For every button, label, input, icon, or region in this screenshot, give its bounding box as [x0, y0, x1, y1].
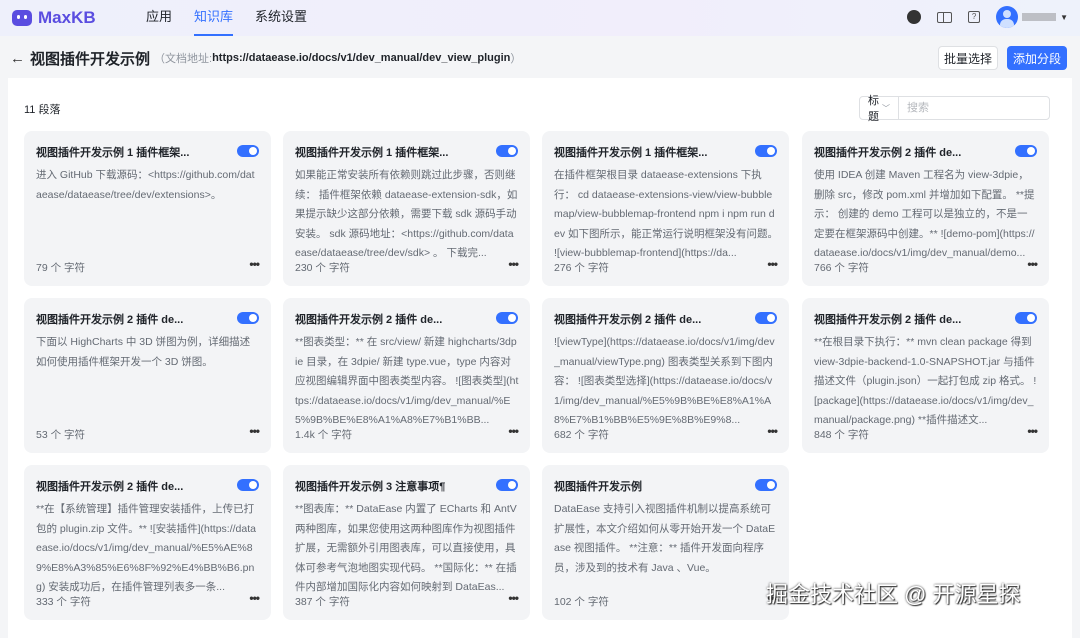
enable-toggle[interactable] [755, 145, 777, 157]
char-count: 682 个 字符 [554, 427, 609, 442]
more-icon[interactable]: ••• [249, 257, 259, 271]
nav-item-settings[interactable]: 系统设置 [255, 0, 307, 36]
card-title: 视图插件开发示例 2 插件 de... [36, 311, 226, 327]
char-count: 53 个 字符 [36, 427, 85, 442]
document-header: ← 视图插件开发示例 （文档地址: https://dataease.io/do… [0, 40, 1080, 76]
paragraph-card[interactable]: 视图插件开发示例 3 注意事项¶ **图表库：** DataEase 内置了 EC… [283, 465, 530, 620]
enable-toggle[interactable] [237, 312, 259, 324]
more-icon[interactable]: ••• [508, 424, 518, 438]
char-count: 848 个 字符 [814, 427, 869, 442]
card-title: 视图插件开发示例 2 插件 de... [814, 144, 1004, 160]
more-icon[interactable]: ••• [249, 591, 259, 605]
paragraph-card[interactable]: 视图插件开发示例 DataEase 支持引入视图插件机制以提高系统可扩展性，本文介… [542, 465, 789, 620]
card-title: 视图插件开发示例 1 插件框架... [36, 144, 226, 160]
card-content: **在根目录下执行：** mvn clean package 得到 view-3… [814, 333, 1038, 431]
more-icon[interactable]: ••• [508, 591, 518, 605]
paragraph-count: 11 段落 [24, 101, 60, 117]
enable-toggle[interactable] [496, 145, 518, 157]
paragraph-card[interactable]: 视图插件开发示例 1 插件框架... 如果能正常安装所有依赖则跳过此步骤，否则继续… [283, 131, 530, 286]
doc-url[interactable]: https://dataease.io/docs/v1/dev_manual/d… [212, 52, 510, 64]
doc-address-label: （文档地址: [154, 50, 212, 66]
paragraph-card[interactable]: 视图插件开发示例 1 插件框架... 进入 GitHub 下载源码：<https:… [24, 131, 271, 286]
nav-item-knowledge[interactable]: 知识库 [194, 0, 233, 36]
logo-icon [12, 10, 32, 26]
enable-toggle[interactable] [755, 312, 777, 324]
enable-toggle[interactable] [496, 479, 518, 491]
paragraph-card[interactable]: 视图插件开发示例 2 插件 de... **在【系统管理】插件管理安装插件，上传已… [24, 465, 271, 620]
more-icon[interactable]: ••• [767, 257, 777, 271]
paragraph-card[interactable]: 视图插件开发示例 2 插件 de... **图表类型：** 在 src/view/… [283, 298, 530, 453]
card-content: **图表库：** DataEase 内置了 ECharts 和 AntV 两种图… [295, 500, 519, 598]
search-input[interactable] [899, 97, 1049, 119]
watermark: 掘金技术社区 @ 开源星探 [766, 577, 1021, 609]
more-icon[interactable]: ••• [1027, 424, 1037, 438]
enable-toggle[interactable] [237, 145, 259, 157]
card-content: **图表类型：** 在 src/view/ 新建 highcharts/3dpi… [295, 333, 519, 431]
more-icon[interactable]: ••• [767, 424, 777, 438]
paragraph-card[interactable]: 视图插件开发示例 2 插件 de... ![viewType](https://d… [542, 298, 789, 453]
more-icon[interactable]: ••• [249, 424, 259, 438]
back-arrow-icon[interactable]: ← [10, 50, 30, 67]
search-field-select[interactable]: 标题 ﹀ [860, 97, 899, 119]
card-title: 视图插件开发示例 2 插件 de... [295, 311, 485, 327]
app-name: MaxKB [38, 8, 96, 28]
page-title: 视图插件开发示例 [30, 48, 150, 69]
char-count: 1.4k 个 字符 [295, 427, 352, 442]
card-title: 视图插件开发示例 [554, 478, 744, 494]
card-title: 视图插件开发示例 2 插件 de... [36, 478, 226, 494]
char-count: 230 个 字符 [295, 260, 350, 275]
app-logo[interactable]: MaxKB [12, 8, 122, 28]
username-redacted[interactable] [1022, 13, 1056, 21]
more-icon[interactable]: ••• [508, 257, 518, 271]
card-content: ![viewType](https://dataease.io/docs/v1/… [554, 333, 778, 431]
add-segment-button[interactable]: 添加分段 [1007, 46, 1067, 70]
char-count: 79 个 字符 [36, 260, 85, 275]
char-count: 276 个 字符 [554, 260, 609, 275]
char-count: 387 个 字符 [295, 594, 350, 609]
top-navbar: MaxKB 应用 知识库 系统设置 ? ▼ [0, 0, 1080, 36]
book-icon[interactable] [936, 9, 952, 25]
card-content: 在插件框架根目录 dataease-extensions 下执行： cd dat… [554, 166, 778, 264]
card-content: 进入 GitHub 下载源码：<https://github.com/datae… [36, 166, 260, 205]
card-content: 下面以 HighCharts 中 3D 饼图为例，详细描述如何使用插件框架开发一… [36, 333, 260, 372]
main-nav: 应用 知识库 系统设置 [146, 0, 329, 36]
github-icon[interactable] [906, 9, 922, 25]
more-icon[interactable]: ••• [1027, 257, 1037, 271]
card-title: 视图插件开发示例 2 插件 de... [814, 311, 1004, 327]
batch-select-button[interactable]: 批量选择 [938, 46, 998, 70]
search-field-label: 标题 [868, 92, 882, 124]
nav-item-apps[interactable]: 应用 [146, 0, 172, 36]
search-bar: 标题 ﹀ [859, 96, 1050, 120]
chevron-down-icon: ﹀ [882, 103, 890, 114]
enable-toggle[interactable] [1015, 145, 1037, 157]
close-paren: ） [510, 50, 521, 66]
paragraph-card[interactable]: 视图插件开发示例 2 插件 de... 下面以 HighCharts 中 3D 饼… [24, 298, 271, 453]
char-count: 766 个 字符 [814, 260, 869, 275]
paragraph-card[interactable]: 视图插件开发示例 2 插件 de... 使用 IDEA 创建 Maven 工程名为… [802, 131, 1049, 286]
enable-toggle[interactable] [237, 479, 259, 491]
caret-down-icon[interactable]: ▼ [1060, 13, 1068, 22]
card-title: 视图插件开发示例 1 插件框架... [295, 144, 485, 160]
char-count: 333 个 字符 [36, 594, 91, 609]
paragraph-card[interactable]: 视图插件开发示例 1 插件框架... 在插件框架根目录 dataease-exte… [542, 131, 789, 286]
enable-toggle[interactable] [1015, 312, 1037, 324]
enable-toggle[interactable] [496, 312, 518, 324]
card-content: 如果能正常安装所有依赖则跳过此步骤，否则继续： 插件框架依赖 dataease-… [295, 166, 519, 264]
avatar[interactable] [996, 6, 1018, 28]
card-content: **在【系统管理】插件管理安装插件，上传已打包的 plugin.zip 文件。*… [36, 500, 260, 598]
paragraph-card[interactable]: 视图插件开发示例 2 插件 de... **在根目录下执行：** mvn clea… [802, 298, 1049, 453]
enable-toggle[interactable] [755, 479, 777, 491]
card-content: DataEase 支持引入视图插件机制以提高系统可扩展性，本文介绍如何从零开始开… [554, 500, 778, 578]
help-icon[interactable]: ? [966, 9, 982, 25]
card-title: 视图插件开发示例 3 注意事项¶ [295, 478, 485, 494]
char-count: 102 个 字符 [554, 594, 609, 609]
card-title: 视图插件开发示例 2 插件 de... [554, 311, 744, 327]
card-content: 使用 IDEA 创建 Maven 工程名为 view-3dpie，删除 src，… [814, 166, 1038, 264]
card-title: 视图插件开发示例 1 插件框架... [554, 144, 744, 160]
